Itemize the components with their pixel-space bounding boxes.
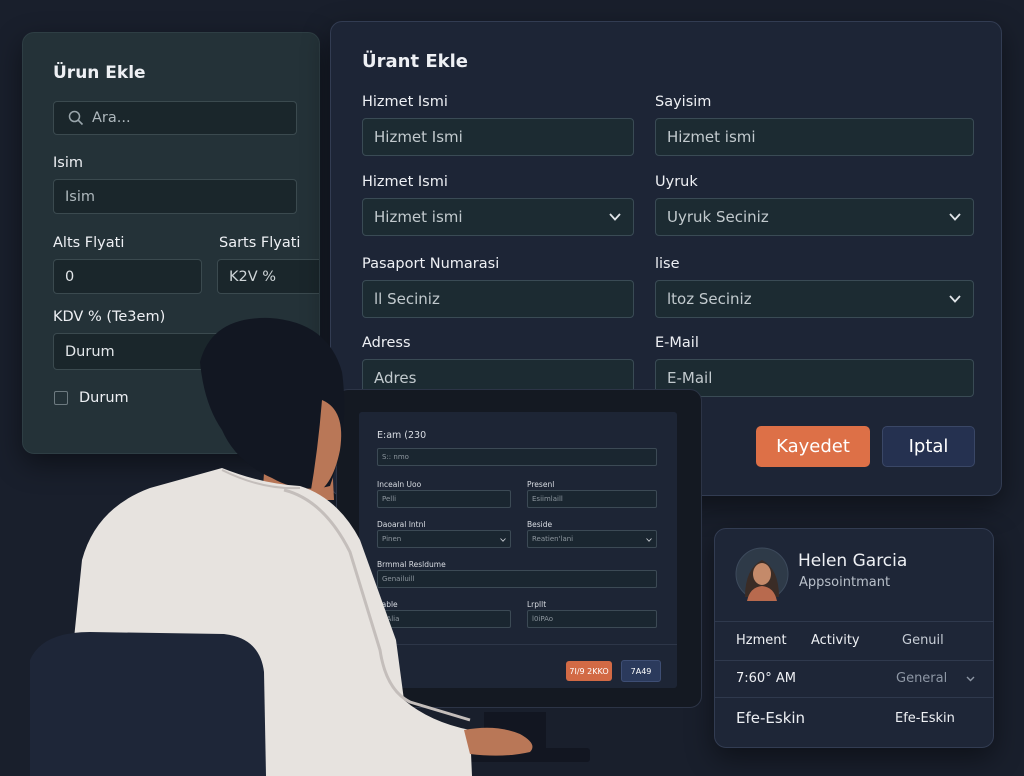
person-illustration bbox=[30, 317, 533, 776]
